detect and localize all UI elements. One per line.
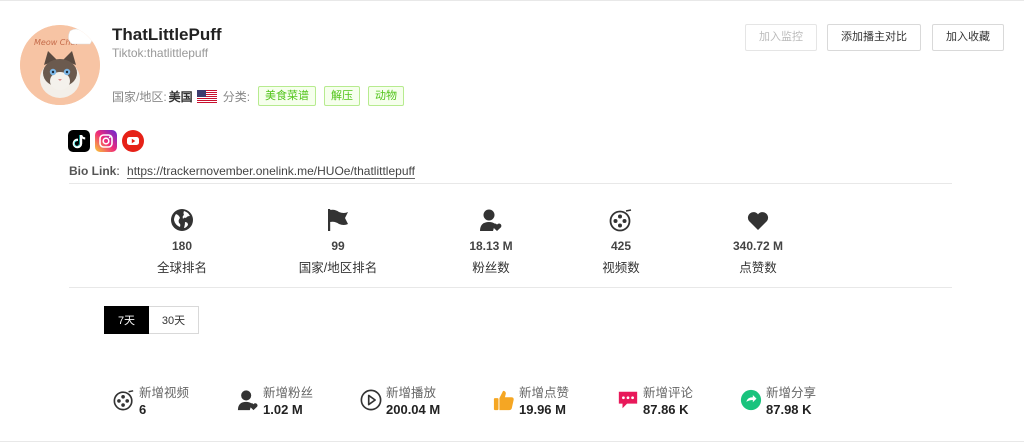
increment-plays: 新增播放 200.04 M	[360, 380, 470, 420]
increment-value: 87.98 K	[766, 402, 812, 417]
add-compare-button[interactable]: 添加播主对比	[827, 24, 921, 51]
increment-label: 新增评论	[643, 386, 694, 400]
thumbs-up-icon	[493, 390, 514, 411]
increment-value: 87.86 K	[643, 402, 689, 417]
increment-value: 1.02 M	[263, 402, 303, 417]
region-value: 美国	[168, 89, 193, 104]
share-icon	[740, 389, 762, 411]
bio-link-label: Bio Link	[69, 164, 117, 178]
stat-region-rank: 99 国家/地区排名	[278, 208, 398, 276]
stat-value: 180	[171, 239, 193, 253]
stat-label: 粉丝数	[472, 261, 510, 275]
globe-icon	[171, 209, 193, 231]
stat-label: 点赞数	[739, 261, 777, 275]
stat-label: 国家/地区排名	[298, 261, 378, 275]
creator-meta: 国家/地区: 美国 分类: 美食菜谱 解压 动物	[112, 86, 405, 106]
increment-comments: 新增评论 87.86 K	[617, 380, 727, 420]
stat-value: 18.13 M	[469, 239, 513, 253]
instagram-icon[interactable]	[95, 130, 117, 152]
cat-chef-avatar-icon: Meow Chef	[20, 25, 100, 105]
film-reel-icon	[113, 390, 134, 411]
play-circle-icon	[360, 389, 382, 411]
category-tag[interactable]: 解压	[324, 86, 361, 106]
increment-label: 新增播放	[386, 386, 437, 400]
increment-label: 新增视频	[139, 386, 190, 400]
increment-value: 200.04 M	[386, 402, 441, 417]
bio-link-separator: :	[116, 164, 120, 178]
increment-value: 19.96 M	[519, 402, 566, 417]
increment-videos: 新增视频 6	[113, 380, 223, 420]
creator-handle: Tiktok:thatlittlepuff	[112, 46, 209, 60]
stat-followers: 18.13 M 粉丝数	[431, 208, 551, 276]
increment-label: 新增点赞	[519, 386, 570, 400]
add-monitor-button[interactable]: 加入监控	[745, 24, 817, 51]
user-heart-icon	[237, 390, 258, 411]
add-favorite-button[interactable]: 加入收藏	[932, 24, 1004, 51]
stat-value: 99	[331, 239, 345, 253]
film-reel-icon	[609, 209, 632, 232]
region-label: 国家/地区:	[112, 89, 167, 104]
increment-followers: 新增粉丝 1.02 M	[237, 380, 347, 420]
tab-30-days[interactable]: 30天	[149, 306, 199, 334]
increment-shares: 新增分享 87.98 K	[740, 380, 850, 420]
stat-value: 425	[610, 239, 632, 253]
comment-icon	[618, 391, 638, 409]
increment-label: 新增分享	[766, 386, 817, 400]
social-links	[68, 130, 144, 152]
user-heart-icon	[480, 209, 502, 231]
stat-videos: 425 视频数	[561, 208, 681, 276]
stat-global-rank: 180 全球排名	[122, 208, 242, 276]
bio-link-row: Bio Link: https://trackernovember.onelin…	[69, 164, 415, 179]
period-tabs: 7天 30天	[104, 306, 199, 334]
creator-name: ThatLittlePuff	[112, 25, 222, 44]
flag-icon	[328, 209, 348, 231]
stat-label: 视频数	[602, 261, 640, 275]
youtube-icon[interactable]	[122, 130, 144, 152]
stat-likes: 340.72 M 点赞数	[698, 208, 818, 276]
increment-label: 新增粉丝	[263, 386, 314, 400]
divider	[69, 287, 952, 288]
stat-value: 340.72 M	[732, 239, 784, 253]
heart-icon	[747, 212, 769, 230]
avatar: Meow Chef	[20, 25, 100, 105]
us-flag-icon	[196, 89, 217, 103]
tab-7-days[interactable]: 7天	[104, 306, 149, 334]
tiktok-icon[interactable]	[68, 130, 90, 152]
category-label: 分类:	[222, 89, 251, 104]
increment-likes: 新增点赞 19.96 M	[493, 380, 603, 420]
increment-value: 6	[139, 402, 147, 417]
stat-label: 全球排名	[156, 261, 207, 275]
divider	[69, 183, 952, 184]
category-tag[interactable]: 动物	[368, 86, 405, 106]
bio-link-url[interactable]: https://trackernovember.onelink.me/HUOe/…	[127, 164, 415, 179]
category-tag[interactable]: 美食菜谱	[258, 86, 317, 106]
